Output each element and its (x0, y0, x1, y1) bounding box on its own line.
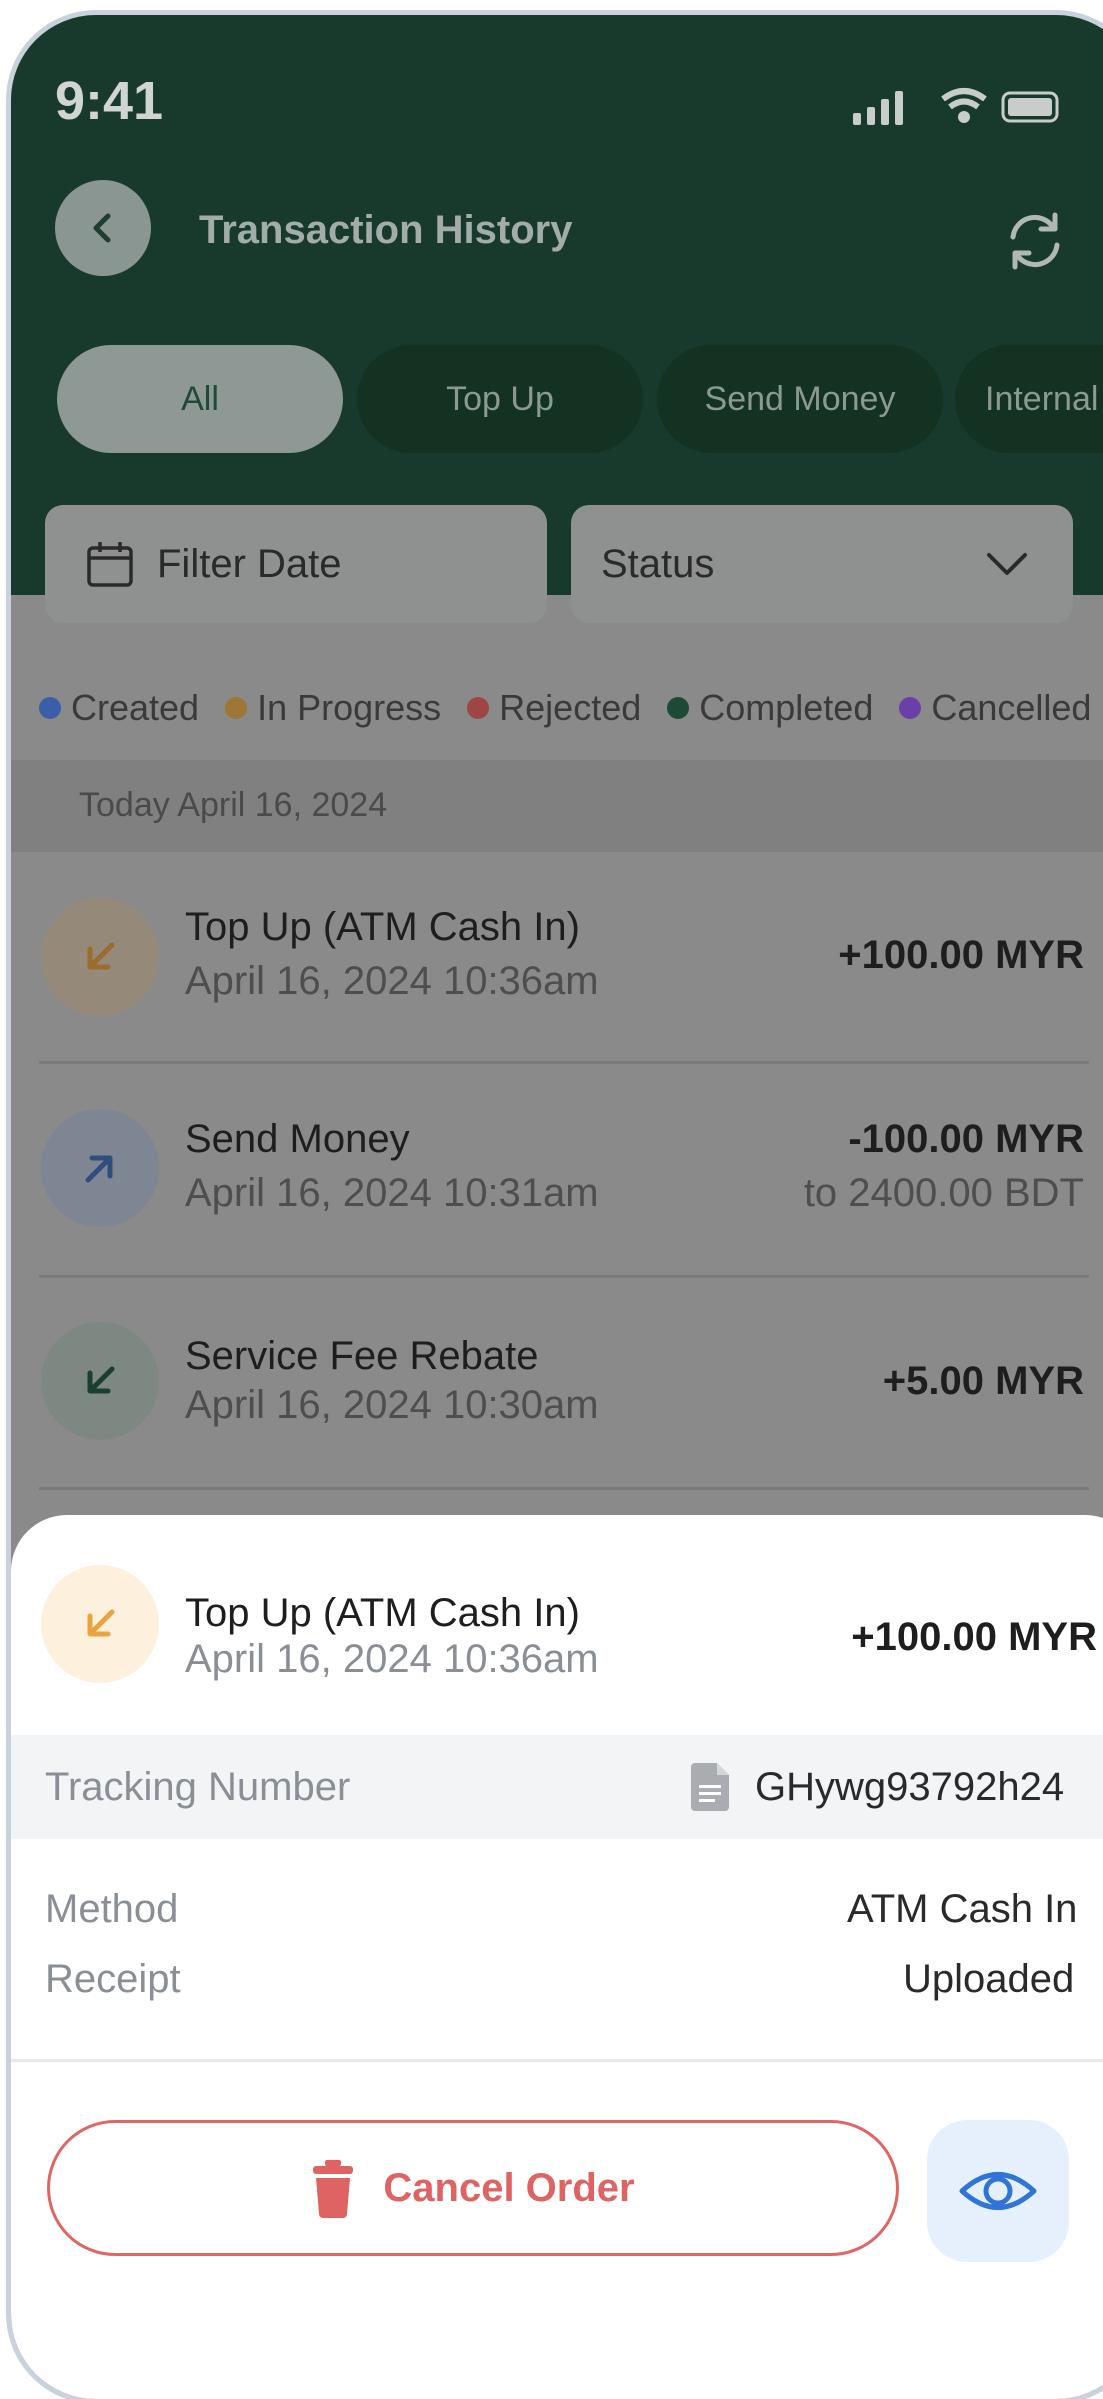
transaction-title: Top Up (ATM Cash In) (185, 905, 580, 949)
transaction-row[interactable]: Service Fee Rebate April 16, 2024 10:30a… (11, 1279, 1103, 1489)
tab-internal[interactable]: Internal (955, 345, 1103, 453)
legend-dot (467, 697, 490, 719)
arrow-down-left-icon (41, 898, 159, 1016)
method-value: ATM Cash In (847, 1887, 1078, 1931)
method-label: Method (45, 1887, 179, 1931)
transaction-datetime: April 16, 2024 10:36am (185, 959, 599, 1003)
chevron-left-icon (93, 213, 111, 243)
cancel-order-button[interactable]: Cancel Order (47, 2120, 899, 2256)
tab-top-up[interactable]: Top Up (357, 345, 643, 453)
arrow-down-left-icon (41, 1322, 159, 1440)
copy-document-icon[interactable] (687, 1761, 733, 1818)
transaction-datetime: April 16, 2024 10:30am (185, 1383, 599, 1427)
page-title: Transaction History (199, 208, 573, 252)
tracking-row: Tracking Number GHywg93792h24 (11, 1735, 1103, 1839)
cancel-order-label: Cancel Order (383, 2165, 635, 2210)
refresh-icon (1010, 212, 1060, 270)
screen: 9:41 Transaction History All Top Up Send… (0, 0, 1103, 2399)
chevron-down-icon (987, 553, 1027, 575)
status-legend: Created In Progress Rejected Completed C… (39, 687, 1103, 729)
arrow-down-left-icon (41, 1565, 159, 1683)
detail-datetime: April 16, 2024 10:36am (185, 1637, 599, 1681)
legend-dot (225, 697, 248, 719)
transaction-amount: +5.00 MYR (882, 1359, 1084, 1403)
legend-dot (899, 697, 922, 719)
legend-dot (667, 697, 690, 719)
divider (39, 1487, 1089, 1490)
divider (11, 2059, 1103, 2062)
detail-title: Top Up (ATM Cash In) (185, 1591, 580, 1635)
view-receipt-button[interactable] (927, 2120, 1069, 2262)
date-group-header: Today April 16, 2024 (11, 760, 1103, 852)
tab-all[interactable]: All (57, 345, 343, 453)
transaction-amount: +100.00 MYR (838, 933, 1084, 977)
transaction-row[interactable]: Top Up (ATM Cash In) April 16, 2024 10:3… (11, 855, 1103, 1060)
tracking-number: GHywg93792h24 (755, 1765, 1065, 1809)
date-group-label: Today April 16, 2024 (79, 786, 388, 824)
receipt-label: Receipt (45, 1957, 181, 2001)
phone-frame: 9:41 Transaction History All Top Up Send… (6, 10, 1103, 2399)
legend-completed: Completed (667, 687, 873, 729)
divider (39, 1061, 1089, 1064)
back-button[interactable] (55, 180, 151, 276)
transaction-detail-sheet: Top Up (ATM Cash In) April 16, 2024 10:3… (11, 1515, 1103, 2399)
transaction-amount: -100.00 MYR (848, 1117, 1084, 1161)
divider (39, 1275, 1089, 1278)
transaction-title: Send Money (185, 1117, 410, 1161)
tracking-label: Tracking Number (45, 1765, 351, 1809)
transaction-amount-converted: to 2400.00 BDT (803, 1171, 1084, 1215)
filter-date-button[interactable]: Filter Date (45, 505, 547, 623)
calendar-icon (87, 542, 133, 587)
legend-created: Created (39, 687, 199, 729)
receipt-value: Uploaded (903, 1957, 1075, 2001)
transaction-title: Service Fee Rebate (185, 1334, 539, 1378)
legend-rejected: Rejected (467, 687, 641, 729)
legend-cancelled: Cancelled (899, 687, 1091, 729)
transaction-datetime: April 16, 2024 10:31am (185, 1171, 599, 1215)
transaction-row[interactable]: Send Money April 16, 2024 10:31am -100.0… (11, 1065, 1103, 1275)
status-label: Status (601, 541, 715, 586)
status-icons (847, 85, 1067, 134)
tab-send-money[interactable]: Send Money (657, 345, 943, 453)
trash-icon (313, 2160, 354, 2218)
refresh-button[interactable] (1001, 207, 1069, 280)
filter-date-label: Filter Date (157, 541, 342, 586)
status-dropdown[interactable]: Status (571, 505, 1073, 623)
eye-icon (959, 2172, 1037, 2210)
status-time: 9:41 (55, 71, 164, 131)
legend-in-progress: In Progress (225, 687, 441, 729)
arrow-up-right-icon (41, 1109, 159, 1227)
legend-dot (39, 697, 61, 719)
detail-amount: +100.00 MYR (851, 1615, 1097, 1659)
